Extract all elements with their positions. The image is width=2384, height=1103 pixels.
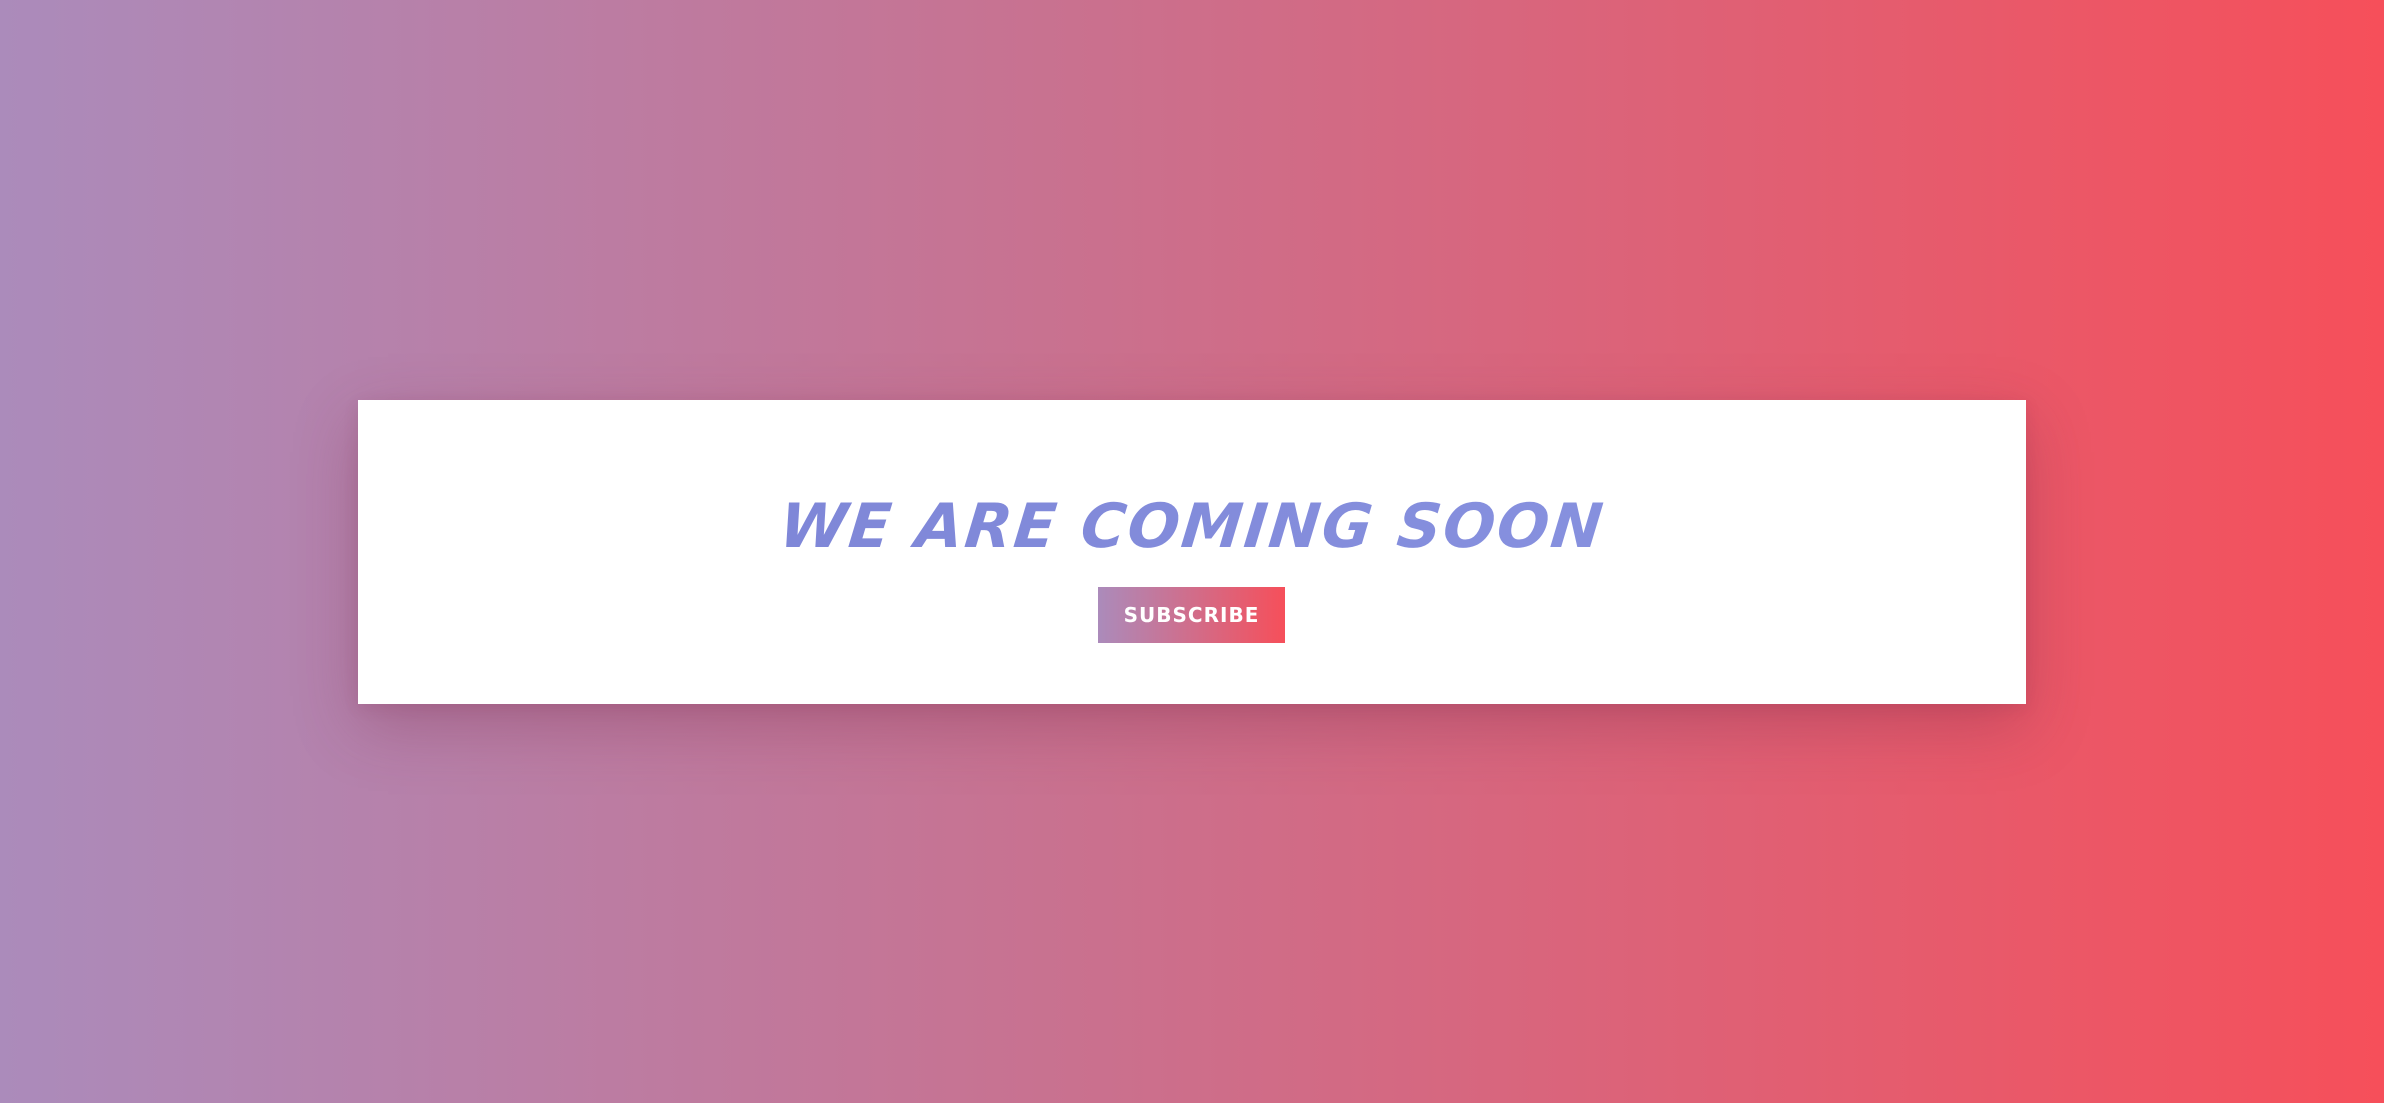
- subscribe-button[interactable]: SUBSCRIBE: [1098, 587, 1285, 643]
- page-title: WE ARE COMING SOON: [354, 491, 2029, 562]
- coming-soon-card: WE ARE COMING SOON SUBSCRIBE: [358, 400, 2026, 704]
